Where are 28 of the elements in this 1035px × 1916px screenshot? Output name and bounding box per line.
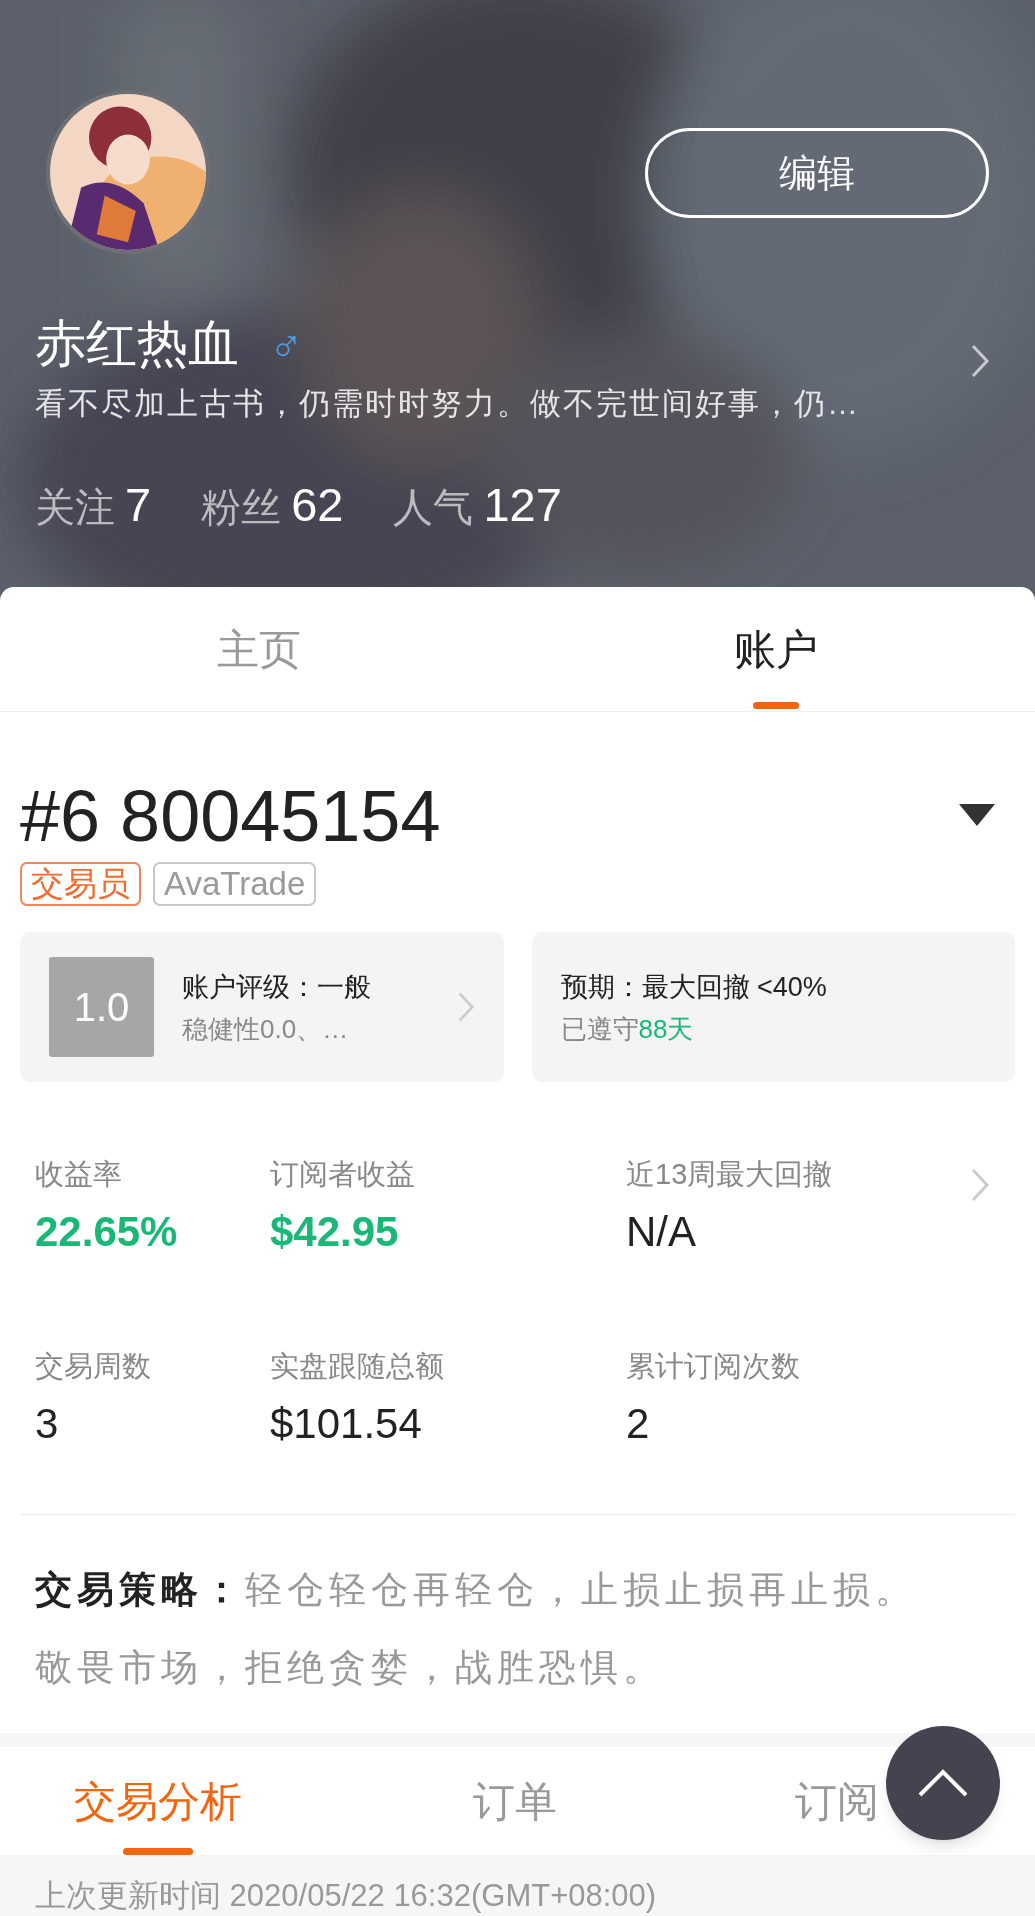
expectation-title: 预期：最大回撤 <40% xyxy=(560,971,828,1004)
metric-value: 3 xyxy=(35,1399,60,1449)
strategy-text: 交易策略：轻仓轻仓再轻仓，止损止损再止损。 敬畏市场，拒绝贪婪，战胜恐惧。 xyxy=(34,1568,918,1690)
metric-label: 收益率 xyxy=(35,1157,123,1192)
rating-title: 账户评级：一般 xyxy=(182,971,372,1004)
compliance-text: 已遵守88天 xyxy=(560,1013,695,1046)
account-tag: AvaTrade xyxy=(153,862,317,906)
last-update-text: 上次更新时间 2020/05/22 16:32(GMT+08:00) xyxy=(35,1878,657,1913)
account-tag: 交易员 xyxy=(20,862,141,906)
metric-value: N/A xyxy=(626,1207,697,1257)
metric-label: 实盘跟随总额 xyxy=(270,1349,444,1384)
tab[interactable]: 账户 xyxy=(517,587,1035,711)
chevron-right-icon xyxy=(456,990,475,1024)
rating-score: 1.0 xyxy=(49,957,154,1057)
metric-value: $42.95 xyxy=(270,1207,400,1257)
account-number: #6 80045154 xyxy=(20,776,441,856)
metric-label: 交易周数 xyxy=(35,1349,151,1384)
rating-subtitle: 稳健性0.0、… xyxy=(182,1013,350,1046)
metric-label: 近13周最大回撤 xyxy=(626,1157,833,1192)
chevron-right-icon xyxy=(970,1166,990,1204)
rating-card[interactable]: 1.0 账户评级：一般 稳健性0.0、… xyxy=(20,932,504,1082)
metric-value: $101.54 xyxy=(270,1399,423,1449)
metric-value: 2 xyxy=(626,1399,651,1449)
metric-value: 22.65% xyxy=(35,1207,178,1257)
chevron-up-icon xyxy=(918,1769,968,1797)
dropdown-caret-icon[interactable] xyxy=(959,804,995,828)
metric-label: 累计订阅次数 xyxy=(626,1349,800,1384)
metric-label: 订阅者收益 xyxy=(270,1157,415,1192)
